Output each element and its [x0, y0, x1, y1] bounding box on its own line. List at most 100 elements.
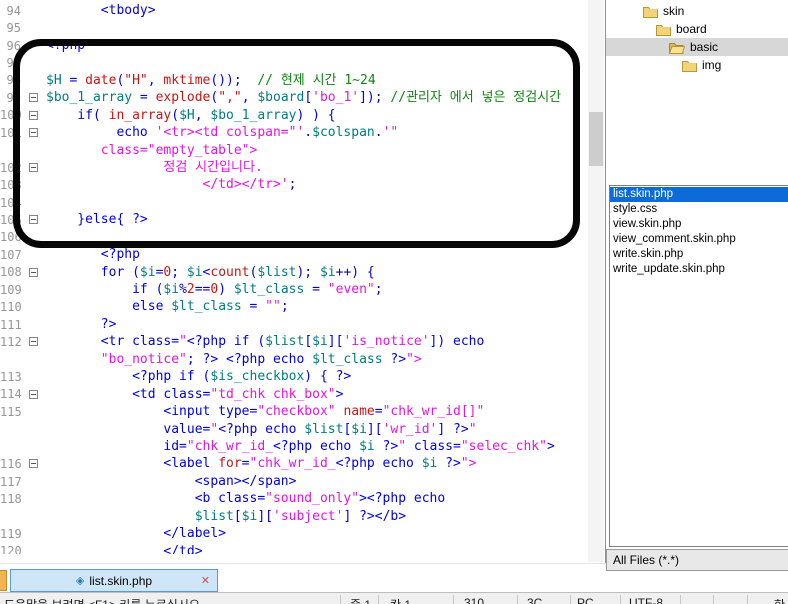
- code-row: 104: [0, 194, 588, 211]
- line-number: 120: [0, 544, 22, 554]
- code-row: 103 </td></tr>';: [0, 176, 588, 193]
- statusbar-separator: [340, 595, 341, 604]
- line-number: 118: [0, 492, 22, 506]
- line-number: 106: [0, 230, 22, 244]
- code-row: 114 <td class="td_chk chk_box">: [0, 386, 588, 403]
- code-row: 116 <label for="chk_wr_id_<?php echo $i …: [0, 455, 588, 472]
- code-row: 117 <span></span>: [0, 473, 588, 490]
- code-row: value="<?php echo $list[$i]['wr_id'] ?>": [0, 421, 588, 438]
- code-row: 119 </label>: [0, 525, 588, 542]
- tree-item-skin[interactable]: skin: [606, 2, 788, 20]
- code-row: 113 <?php if ($is_checkbox) { ?>: [0, 368, 588, 385]
- code-row: id="chk_wr_id_<?php echo $i ?>" class="s…: [0, 438, 588, 455]
- tree-item-label: basic: [690, 40, 718, 54]
- tree-item-img[interactable]: img: [606, 56, 788, 74]
- line-number: 109: [0, 283, 22, 297]
- line-number: 100: [0, 108, 22, 122]
- file-item-write.skin.php[interactable]: write.skin.php: [610, 247, 788, 262]
- statusbar-separator: [713, 595, 714, 604]
- code-row: 97: [0, 54, 588, 71]
- code-row: 106: [0, 229, 588, 246]
- fold-collapse-icon[interactable]: [29, 337, 38, 346]
- code-row: 99$bo_1_array = explode(",", $board['bo_…: [0, 89, 588, 106]
- line-number: 99: [0, 91, 22, 105]
- fold-collapse-icon[interactable]: [29, 215, 38, 224]
- line-number: 115: [0, 405, 22, 419]
- statusbar-separator: [453, 595, 454, 604]
- tab-list-skin-php[interactable]: ◈ list.skin.php ✕: [10, 569, 218, 592]
- statusbar-separator: [747, 595, 748, 604]
- folder-icon: [643, 5, 658, 18]
- code-row: 110 else $lt_class = "";: [0, 298, 588, 315]
- line-number: 113: [0, 370, 22, 384]
- line-number: 94: [0, 4, 22, 18]
- fold-collapse-icon[interactable]: [29, 163, 38, 172]
- statusbar-hex: 3C: [527, 596, 542, 604]
- clipped-folder-icon: [0, 570, 7, 591]
- statusbar-encoding: UTF-8: [629, 596, 663, 604]
- line-number: 112: [0, 335, 22, 349]
- statusbar-separator: [620, 595, 621, 604]
- code-row: 107 <?php: [0, 246, 588, 263]
- statusbar-column: 칸 1: [390, 596, 411, 604]
- code-row: 118 <b class="sound_only"><?php echo: [0, 490, 588, 507]
- file-filter-dropdown[interactable]: All Files (*.*): [606, 549, 788, 571]
- editor-vertical-scrollbar[interactable]: [588, 0, 604, 562]
- statusbar-size: 310: [464, 596, 484, 604]
- fold-collapse-icon[interactable]: [29, 390, 38, 399]
- line-number: 107: [0, 248, 22, 262]
- file-item-write_update.skin.php[interactable]: write_update.skin.php: [610, 262, 788, 277]
- document-diamond-icon: ◈: [76, 574, 84, 587]
- folder-tree: skin board basic img: [606, 2, 788, 182]
- code-row: 100 if( in_array($H, $bo_1_array) ) {: [0, 107, 588, 124]
- line-number: 96: [0, 39, 22, 53]
- code-row: 105 }else{ ?>: [0, 211, 588, 228]
- line-number: 103: [0, 178, 22, 192]
- file-item-list.skin.php[interactable]: list.skin.php: [610, 187, 788, 202]
- file-item-view_comment.skin.php[interactable]: view_comment.skin.php: [610, 232, 788, 247]
- fold-collapse-icon[interactable]: [29, 268, 38, 277]
- code-row: 109 if ($i%2==0) $lt_class = "even";: [0, 281, 588, 298]
- code-row: $list[$i]['subject'] ?></b>: [0, 508, 588, 525]
- tab-close-icon[interactable]: ✕: [201, 574, 210, 588]
- editplus-window: 94 <tbody>9596<?php9798$H = date("H", mk…: [0, 0, 788, 604]
- statusbar-separator: [517, 595, 518, 604]
- line-number: 95: [0, 21, 22, 35]
- directory-panel: skin board basic img list.skin.phpstyle.css…: [606, 0, 788, 592]
- line-number: 110: [0, 300, 22, 314]
- folder-icon: [682, 59, 697, 72]
- line-number: 114: [0, 387, 22, 401]
- status-bar: 도움말을 보려면 <F1> 키를 누르십시오 줄 1 칸 1 310 3C PC…: [0, 592, 788, 604]
- fold-collapse-icon[interactable]: [29, 111, 38, 120]
- tab-label: list.skin.php: [89, 574, 152, 588]
- tree-item-board[interactable]: board: [606, 20, 788, 38]
- scrollbar-thumb[interactable]: [589, 112, 603, 166]
- folder-icon: [656, 23, 671, 36]
- document-tab-bar: ◈ list.skin.php ✕: [0, 563, 606, 592]
- fold-collapse-icon[interactable]: [29, 93, 38, 102]
- statusbar-help-text: 도움말을 보려면 <F1> 키를 누르십시오: [4, 596, 200, 604]
- code-row: 101 echo '<tr><td colspan="'.$colspan.'": [0, 124, 588, 141]
- statusbar-format: PC: [577, 596, 594, 604]
- tree-item-basic[interactable]: basic: [606, 38, 788, 56]
- statusbar-line: 줄 1: [350, 596, 371, 604]
- code-row: 94 <tbody>: [0, 2, 588, 19]
- fold-collapse-icon[interactable]: [29, 128, 38, 137]
- line-number: 102: [0, 161, 22, 175]
- tree-item-label: img: [702, 58, 721, 72]
- line-number: 104: [0, 196, 22, 210]
- line-number: 108: [0, 265, 22, 279]
- statusbar-separator: [570, 595, 571, 604]
- fold-collapse-icon[interactable]: [29, 459, 38, 468]
- file-item-view.skin.php[interactable]: view.skin.php: [610, 217, 788, 232]
- file-item-style.css[interactable]: style.css: [610, 202, 788, 217]
- code-row: 96<?php: [0, 37, 588, 54]
- line-number: 98: [0, 73, 22, 87]
- code-row: 95: [0, 19, 588, 36]
- statusbar-ime-indicator: 한: [774, 596, 785, 604]
- line-number: 101: [0, 126, 22, 140]
- code-editor-area[interactable]: 94 <tbody>9596<?php9798$H = date("H", mk…: [0, 0, 588, 554]
- code-row: 115 <input type="checkbox" name="chk_wr_…: [0, 403, 588, 420]
- line-number: 97: [0, 56, 22, 70]
- tree-item-label: board: [676, 22, 707, 36]
